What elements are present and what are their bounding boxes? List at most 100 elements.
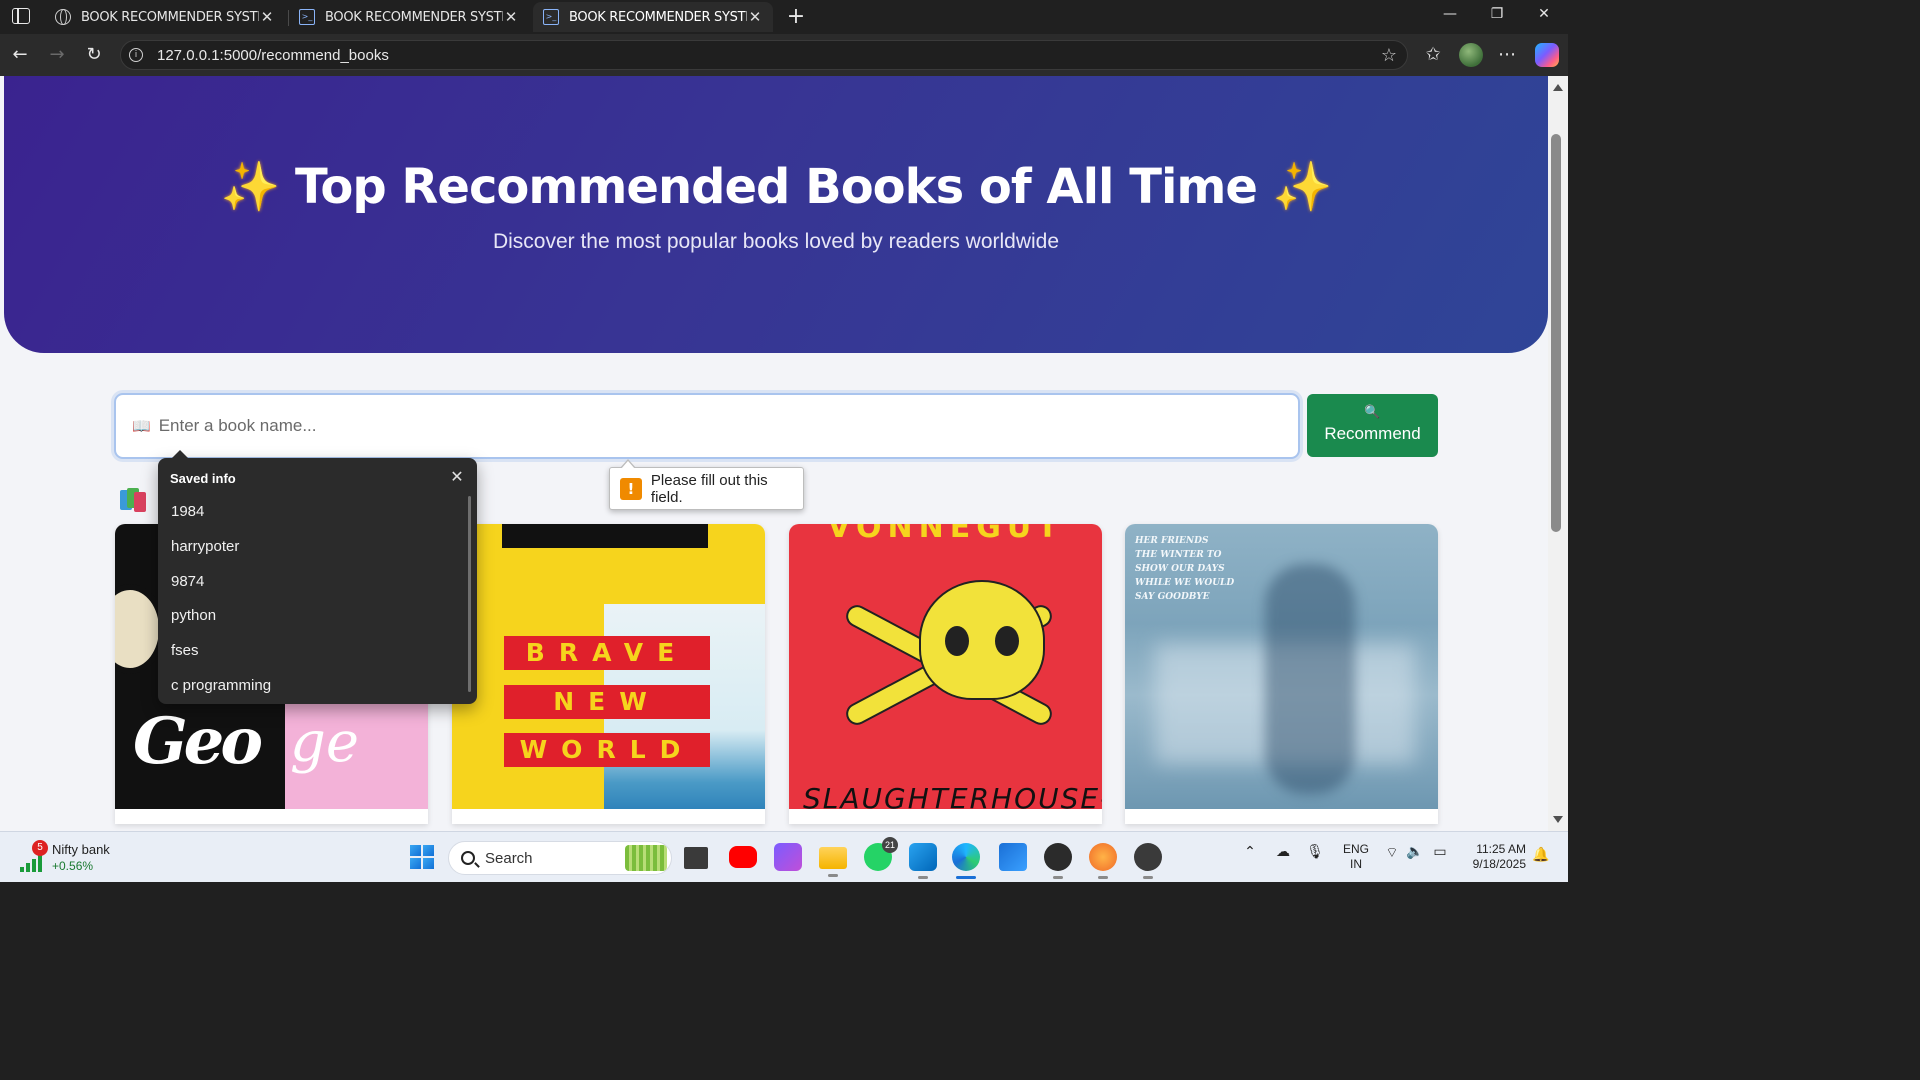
tab-3-active[interactable]: >_ BOOK RECOMMENDER SYSTEM ✕ — [533, 2, 773, 32]
tab-3-close-icon[interactable]: ✕ — [747, 8, 763, 26]
page-viewport: ✨ Top Recommended Books of All Time ✨ Di… — [0, 76, 1548, 831]
volume-icon[interactable]: 🔈 — [1405, 844, 1425, 860]
copilot-icon[interactable] — [1535, 43, 1559, 67]
autofill-item[interactable]: 9874 — [171, 573, 204, 590]
microphone-icon[interactable]: 🎙 — [1305, 844, 1325, 860]
windows-start-icon[interactable] — [410, 845, 434, 869]
sparkle-icon: ✨ — [1272, 159, 1333, 215]
search-highlight-icon — [625, 845, 667, 871]
more-menu-icon[interactable]: ⋯ — [1495, 43, 1519, 67]
youtube-icon[interactable] — [729, 846, 757, 868]
open-book-icon: 📖 — [132, 417, 151, 435]
autofill-item[interactable]: c programming — [171, 677, 271, 694]
clock-time: 11:25 AM — [1476, 842, 1526, 856]
recommend-button-label: Recommend — [1324, 424, 1421, 443]
site-info-icon[interactable]: i — [129, 48, 143, 62]
cover-text: VONNEGUT — [827, 524, 1064, 545]
book-search-input[interactable] — [158, 416, 1059, 436]
reload-icon[interactable]: ↻ — [82, 43, 106, 67]
browser-toolbar: ← → ↻ i 127.0.0.1:5000/recommend_books ☆… — [0, 34, 1568, 76]
recommend-button[interactable]: 🔍 Recommend — [1307, 394, 1438, 457]
scroll-thumb[interactable] — [1551, 134, 1561, 532]
skull-illustration — [919, 580, 1045, 700]
autofill-item[interactable]: 1984 — [171, 503, 204, 520]
new-tab-button[interactable]: + — [786, 4, 806, 29]
tab-1-label: BOOK RECOMMENDER SYSTEM — [81, 9, 259, 25]
onedrive-cloud-icon[interactable]: ☁ — [1273, 844, 1293, 860]
stock-widget[interactable]: 5 Nifty bank +0.56% — [18, 840, 138, 876]
battery-icon[interactable]: ▭ — [1430, 844, 1450, 860]
whatsapp-count-badge: 21 — [882, 837, 898, 853]
taskbar: 5 Nifty bank +0.56% Search 21 ⌃ ☁ 🎙 ENG … — [0, 831, 1568, 882]
cover-text: BRAVE — [504, 636, 710, 670]
address-bar[interactable]: i 127.0.0.1:5000/recommend_books ☆ — [120, 40, 1408, 70]
chevron-up-icon[interactable]: ⌃ — [1240, 844, 1260, 860]
favorite-star-icon[interactable]: ☆ — [1381, 45, 1397, 66]
book-card[interactable]: BRAVE NEW WORLD — [452, 524, 765, 824]
book-search-field[interactable]: 📖 — [114, 393, 1300, 459]
autofill-item[interactable]: python — [171, 607, 216, 624]
file-explorer-icon[interactable] — [819, 847, 847, 877]
books-stack-icon — [120, 486, 148, 512]
page-title: ✨ Top Recommended Books of All Time ✨ — [4, 158, 1548, 215]
url-text[interactable]: 127.0.0.1:5000/recommend_books — [157, 47, 1381, 64]
chatgpt-app-icon[interactable] — [1044, 843, 1072, 879]
notification-bell-icon[interactable]: 🔔 — [1532, 847, 1549, 865]
system-clock[interactable]: 11:25 AM 9/18/2025 — [1460, 842, 1526, 872]
tab-2-close-icon[interactable]: ✕ — [503, 8, 519, 26]
tab-2[interactable]: >_ BOOK RECOMMENDER SYSTEM ✕ — [289, 2, 529, 32]
magnifier-icon: 🔍 — [1364, 404, 1381, 419]
clock-date: 9/18/2025 — [1472, 857, 1526, 871]
cover-text: NEW — [504, 685, 710, 719]
app-icon[interactable] — [1089, 843, 1117, 879]
tab-1-close-icon[interactable]: ✕ — [259, 8, 275, 26]
microsoft-store-icon[interactable] — [999, 843, 1027, 871]
book-card[interactable]: VONNEGUT SLAUGHTERHOUSE- — [789, 524, 1102, 824]
globe-icon — [55, 9, 71, 25]
favorites-icon[interactable]: ✩ — [1421, 43, 1445, 67]
warning-icon: ! — [620, 477, 642, 500]
book-cover[interactable]: HER FRIENDS THE WINTER TO SHOW OUR DAYS … — [1125, 524, 1438, 809]
wifi-icon[interactable]: ⌔ — [1382, 844, 1402, 862]
autofill-item[interactable]: fses — [171, 642, 199, 659]
taskbar-search[interactable]: Search — [448, 841, 672, 875]
cover-text: SLAUGHTERHOUSE- — [803, 782, 1102, 809]
stock-name: Nifty bank — [52, 842, 110, 857]
restore-icon[interactable]: ❐ — [1487, 6, 1507, 22]
search-icon — [461, 851, 475, 865]
cover-text: WORLD — [504, 733, 710, 767]
book-cover[interactable]: VONNEGUT SLAUGHTERHOUSE- — [789, 524, 1102, 809]
minimize-icon[interactable]: — — [1440, 6, 1460, 22]
book-cover[interactable]: BRAVE NEW WORLD — [452, 524, 765, 809]
scroll-up-arrow-icon[interactable] — [1553, 84, 1563, 91]
notification-badge: 5 — [32, 840, 48, 856]
cover-text: HER FRIENDS THE WINTER TO SHOW OUR DAYS … — [1135, 536, 1235, 602]
stock-chart-icon — [20, 854, 44, 872]
autofill-scrollbar[interactable] — [468, 496, 471, 692]
validation-message: Please fill out this field. — [650, 471, 768, 506]
language-indicator[interactable]: ENG IN — [1341, 842, 1371, 872]
sidebar-toggle-icon[interactable] — [12, 8, 30, 24]
close-window-icon[interactable]: ✕ — [1534, 6, 1554, 22]
page-title-text: Top Recommended Books of All Time — [295, 159, 1258, 215]
openai-icon[interactable] — [1134, 843, 1162, 879]
tab-1[interactable]: BOOK RECOMMENDER SYSTEM ✕ — [45, 2, 285, 32]
page-scrollbar[interactable] — [1548, 76, 1568, 831]
browser-titlebar: BOOK RECOMMENDER SYSTEM ✕ >_ BOOK RECOMM… — [0, 0, 1568, 34]
whatsapp-icon[interactable]: 21 — [864, 837, 898, 871]
edge-icon[interactable] — [952, 843, 980, 879]
terminal-icon: >_ — [543, 9, 559, 25]
scroll-down-arrow-icon[interactable] — [1553, 816, 1563, 823]
forward-arrow-icon[interactable]: → — [45, 43, 69, 67]
profile-avatar[interactable] — [1459, 43, 1483, 67]
hero-banner: ✨ Top Recommended Books of All Time ✨ Di… — [4, 76, 1548, 353]
tab-3-label: BOOK RECOMMENDER SYSTEM — [569, 9, 747, 25]
close-icon[interactable]: ✕ — [448, 467, 466, 486]
autofill-title: Saved info — [170, 471, 236, 486]
vscode-icon[interactable] — [909, 843, 937, 879]
book-card[interactable]: HER FRIENDS THE WINTER TO SHOW OUR DAYS … — [1125, 524, 1438, 824]
autofill-item[interactable]: harrypoter — [171, 538, 239, 555]
back-arrow-icon[interactable]: ← — [8, 43, 32, 67]
task-view-icon[interactable] — [684, 847, 708, 869]
clipchamp-icon[interactable] — [774, 843, 802, 871]
